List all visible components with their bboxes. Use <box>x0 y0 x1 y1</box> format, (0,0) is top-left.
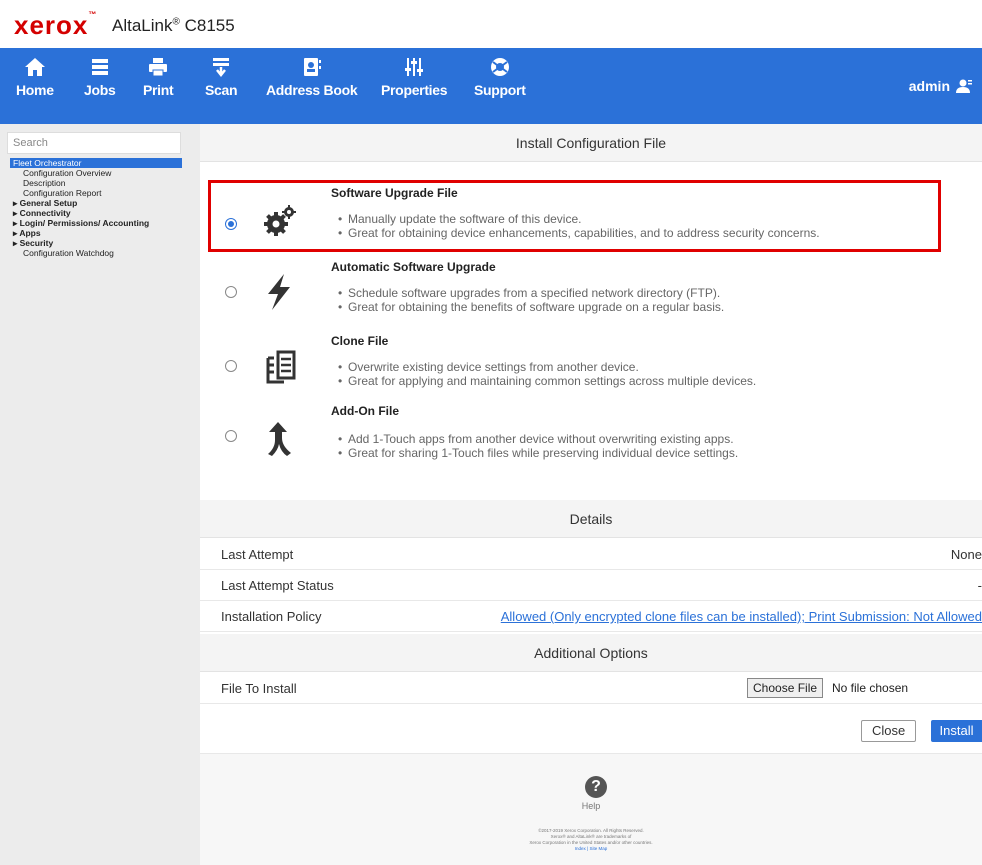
nav-jobs[interactable]: Jobs <box>84 56 116 98</box>
sidebar-item-configuration-watchdog[interactable]: Configuration Watchdog <box>10 248 182 258</box>
nav-scan-label: Scan <box>205 82 238 98</box>
nav-properties[interactable]: Properties <box>381 56 448 98</box>
detail-value: None <box>950 547 982 562</box>
sidebar-item-apps[interactable]: ▸ Apps <box>10 228 182 238</box>
xerox-logo: xerox™ <box>14 10 98 40</box>
nav-address-book-label: Address Book <box>266 82 358 98</box>
installation-policy-link[interactable]: Allowed (Only encrypted clone files can … <box>501 602 982 632</box>
nav-home[interactable]: Home <box>16 56 54 98</box>
sidebar-item-description[interactable]: Description <box>10 178 182 188</box>
jobs-icon <box>91 59 108 75</box>
sidebar-item-general-setup[interactable]: ▸ General Setup <box>10 198 182 208</box>
option-title: Add-On File <box>331 404 399 418</box>
close-button[interactable]: Close <box>861 720 917 742</box>
copyright-text: ©2017-2019 Xerox Corporation. All Rights… <box>529 828 653 851</box>
nav-print[interactable]: Print <box>143 56 174 98</box>
sidebar-item-connectivity[interactable]: ▸ Connectivity <box>10 208 182 218</box>
top-nav: Home Jobs Print Scan Address Book Proper… <box>0 48 982 124</box>
sidebar-item-configuration-overview[interactable]: Configuration Overview <box>10 168 182 178</box>
brand-bar: xerox™ AltaLink® C8155 <box>0 0 982 48</box>
detail-row-installation-policy: Installation Policy Allowed (Only encryp… <box>200 602 982 632</box>
search-input[interactable]: Search <box>7 132 181 154</box>
option-description: Overwrite existing device settings from … <box>338 360 756 388</box>
main-content: Install Configuration File Software Upgr… <box>200 124 982 865</box>
footer: ? Help ©2017-2019 Xerox Corporation. All… <box>200 754 982 865</box>
action-buttons: Close Install <box>200 704 982 754</box>
radio-automatic-software-upgrade[interactable] <box>225 286 237 298</box>
option-title: Automatic Software Upgrade <box>331 260 496 274</box>
nav-support-label: Support <box>474 82 526 98</box>
option-title: Clone File <box>331 334 389 348</box>
home-icon <box>24 58 45 76</box>
option-clone-file[interactable]: Clone File Overwrite existing device set… <box>200 328 982 406</box>
choose-file-button[interactable]: Choose File <box>747 678 824 698</box>
nav-home-label: Home <box>16 82 54 98</box>
detail-value: - <box>977 578 982 593</box>
detail-label: Last Attempt Status <box>221 578 334 593</box>
support-icon <box>490 58 509 76</box>
merge-arrow-icon <box>268 422 291 456</box>
nav-properties-label: Properties <box>381 82 448 98</box>
nav-support[interactable]: Support <box>474 56 526 98</box>
radio-add-on-file[interactable] <box>225 430 237 442</box>
sidebar-tree: Fleet Orchestrator Configuration Overvie… <box>10 158 182 258</box>
nav-address-book[interactable]: Address Book <box>266 56 358 98</box>
details-title: Details <box>200 500 982 538</box>
user-icon <box>956 79 972 93</box>
option-description: Schedule software upgrades from a specif… <box>338 286 724 314</box>
admin-user-menu[interactable]: admin <box>909 78 972 94</box>
sidebar-item-fleet-orchestrator[interactable]: Fleet Orchestrator <box>10 158 182 168</box>
device-model: AltaLink® C8155 <box>112 16 235 35</box>
sidebar-item-login-permissions[interactable]: ▸ Login/ Permissions/ Accounting <box>10 218 182 228</box>
properties-icon <box>405 58 424 76</box>
scan-icon <box>213 58 230 78</box>
selection-highlight-box <box>208 180 941 252</box>
option-description: Add 1-Touch apps from another device wit… <box>338 432 738 460</box>
option-add-on-file[interactable]: Add-On File Add 1-Touch apps from anothe… <box>200 402 982 480</box>
no-file-chosen-text: No file chosen <box>832 681 909 695</box>
detail-row-last-attempt: Last Attempt None <box>200 540 982 570</box>
additional-options-title: Additional Options <box>200 634 982 672</box>
detail-label: Installation Policy <box>221 609 322 624</box>
detail-label: Last Attempt <box>221 547 294 562</box>
address-book-icon <box>303 58 321 76</box>
print-icon <box>149 58 168 77</box>
install-config-title: Install Configuration File <box>200 124 982 162</box>
option-automatic-software-upgrade[interactable]: Automatic Software Upgrade Schedule soft… <box>200 256 982 334</box>
footer-links[interactable]: Index | Site Map <box>575 846 607 851</box>
help-label[interactable]: Help <box>200 801 982 811</box>
sidebar-item-security[interactable]: ▸ Security <box>10 238 182 248</box>
help-icon[interactable]: ? <box>585 776 607 798</box>
clone-document-icon <box>266 350 296 384</box>
install-button[interactable]: Install <box>931 720 982 742</box>
radio-clone-file[interactable] <box>225 360 237 372</box>
file-to-install-row: File To Install Choose File No file chos… <box>200 672 982 704</box>
file-to-install-label: File To Install <box>221 681 297 696</box>
nav-jobs-label: Jobs <box>84 82 116 98</box>
nav-scan[interactable]: Scan <box>205 56 238 98</box>
admin-username: admin <box>908 78 950 94</box>
sidebar-item-configuration-report[interactable]: Configuration Report <box>10 188 182 198</box>
lightning-icon <box>268 274 290 310</box>
sidebar: Search Fleet Orchestrator Configuration … <box>0 124 200 865</box>
nav-print-label: Print <box>143 82 174 98</box>
detail-row-last-attempt-status: Last Attempt Status - <box>200 571 982 601</box>
